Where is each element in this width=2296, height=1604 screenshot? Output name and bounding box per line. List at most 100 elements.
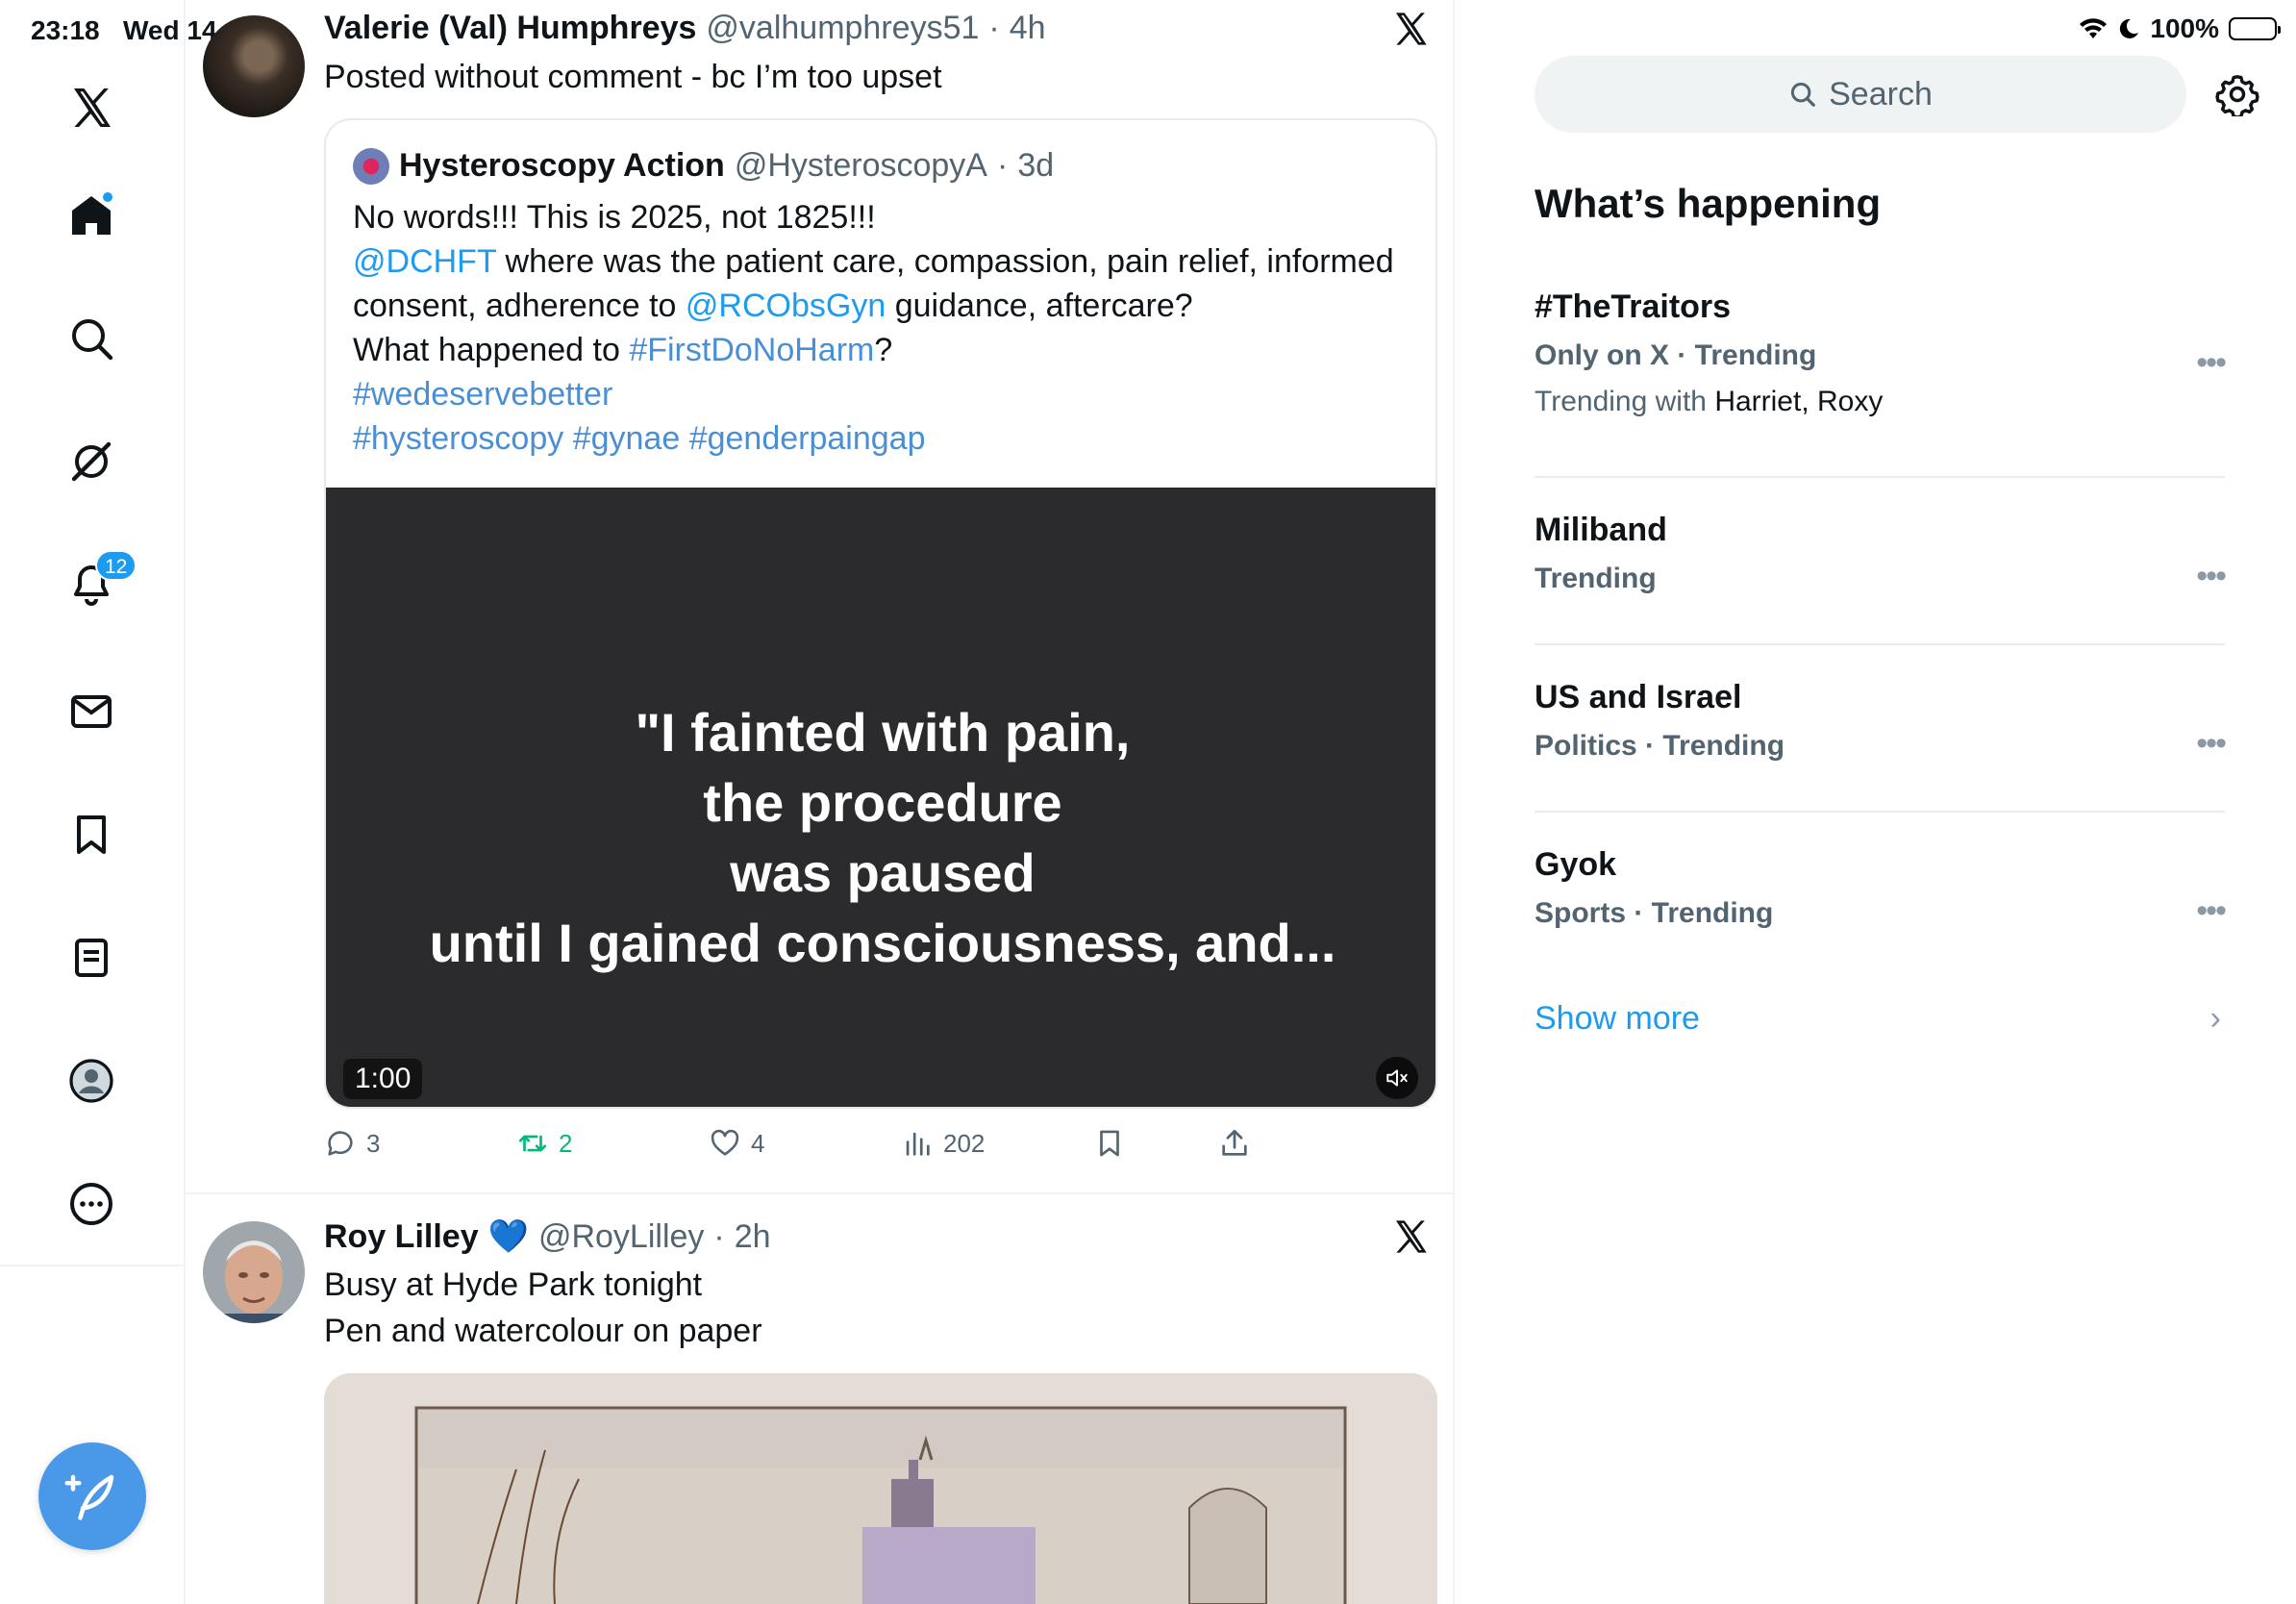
author-handle[interactable]: @RoyLilley bbox=[538, 1218, 704, 1256]
quote-line: consent, adherence to @RCObsGyn guidance… bbox=[353, 288, 1193, 324]
hashtag-link[interactable]: #hysteroscopy bbox=[353, 420, 563, 457]
trend-item[interactable]: Miliband Trending ••• bbox=[1535, 512, 2227, 595]
speaker-muted-icon bbox=[1386, 1069, 1408, 1087]
trend-more-icon[interactable]: ••• bbox=[2196, 344, 2227, 382]
bookmark-icon bbox=[77, 815, 106, 854]
video-caption: "I fainted with pain, the procedure was … bbox=[429, 702, 1336, 973]
grok-x-icon[interactable] bbox=[1391, 10, 1430, 48]
author-avatar-photo bbox=[203, 1221, 305, 1323]
trend-divider bbox=[1535, 476, 2225, 478]
show-more-label: Show more bbox=[1535, 1000, 1700, 1037]
chevron-right-icon: › bbox=[2209, 1000, 2221, 1037]
trend-more-icon[interactable]: ••• bbox=[2196, 725, 2227, 763]
quote-author-handle[interactable]: @HysteroscopyA bbox=[735, 147, 987, 185]
search-placeholder: Search bbox=[1829, 75, 1933, 113]
post[interactable]: Roy Lilley 💙 @RoyLilley · 2h Busy at Hyd… bbox=[186, 1194, 1453, 1604]
views-button[interactable]: 202 bbox=[901, 1127, 985, 1160]
quote-text: No words!!! This is 2025, not 1825!!! @D… bbox=[353, 195, 1420, 461]
profile-avatar-icon bbox=[69, 1059, 113, 1103]
quote-line: #wedeservebetter bbox=[353, 372, 1420, 416]
grok-x-icon[interactable] bbox=[1391, 1217, 1430, 1256]
trend-item[interactable]: US and Israel Politics · Trending ••• bbox=[1535, 679, 2227, 763]
nav-notifications[interactable]: 12 bbox=[64, 550, 137, 612]
nav-messages[interactable] bbox=[64, 685, 118, 739]
envelope-icon bbox=[71, 695, 112, 728]
post-time[interactable]: 2h bbox=[735, 1218, 771, 1256]
repost-count: 2 bbox=[559, 1128, 573, 1158]
list-icon bbox=[75, 939, 108, 977]
post-image[interactable] bbox=[324, 1373, 1437, 1604]
post-actions: 3 2 4 202 bbox=[324, 1127, 1437, 1169]
post-header: Valerie (Val) Humphreys @valhumphreys51 … bbox=[324, 10, 1046, 47]
repost-button[interactable]: 2 bbox=[516, 1127, 572, 1160]
author-name[interactable]: Roy Lilley bbox=[324, 1218, 479, 1256]
nav-search[interactable] bbox=[64, 312, 118, 365]
trend-item[interactable]: #TheTraitors Only on X · Trending Trendi… bbox=[1535, 288, 2227, 418]
mention-link[interactable]: @DCHFT bbox=[353, 243, 496, 280]
trend-meta: Politics · Trending bbox=[1535, 730, 1785, 762]
timeline-feed[interactable]: Valerie (Val) Humphreys @valhumphreys51 … bbox=[186, 0, 1455, 1604]
compose-feather-icon bbox=[64, 1474, 114, 1520]
quote-author-avatar[interactable] bbox=[353, 147, 389, 185]
nav-profile[interactable] bbox=[64, 1054, 118, 1108]
right-sidebar: Search What’s happening #TheTraitors Onl… bbox=[1455, 0, 2296, 1604]
share-button[interactable] bbox=[1218, 1127, 1251, 1160]
verified-heart-emoji: 💙 bbox=[487, 1218, 529, 1255]
post-header: Roy Lilley 💙 @RoyLilley · 2h bbox=[324, 1218, 771, 1256]
quoted-post[interactable]: Hysteroscopy Action @HysteroscopyA · 3d … bbox=[324, 118, 1437, 1109]
nav-home[interactable] bbox=[64, 188, 118, 242]
more-circle-icon bbox=[70, 1183, 112, 1225]
reply-button[interactable]: 3 bbox=[324, 1127, 380, 1160]
trend-meta: Trending bbox=[1535, 563, 1657, 594]
reply-icon bbox=[328, 1131, 353, 1156]
quote-line: What happened to #FirstDoNoHarm? bbox=[353, 332, 893, 368]
hashtag-link[interactable]: #genderpaingap bbox=[689, 420, 926, 457]
bookmark-button[interactable] bbox=[1093, 1127, 1126, 1160]
share-icon bbox=[1222, 1129, 1247, 1156]
hashtag-link[interactable]: #gynae bbox=[573, 420, 681, 457]
author-name[interactable]: Valerie (Val) Humphreys bbox=[324, 10, 696, 47]
quote-header: Hysteroscopy Action @HysteroscopyA · 3d bbox=[353, 147, 1054, 185]
trend-divider bbox=[1535, 811, 2225, 813]
views-chart-icon bbox=[906, 1132, 930, 1156]
x-logo-icon[interactable] bbox=[64, 81, 118, 135]
video-player[interactable]: "I fainted with pain, the procedure was … bbox=[326, 488, 1435, 1107]
compose-post-button[interactable] bbox=[38, 1442, 146, 1550]
post[interactable]: Valerie (Val) Humphreys @valhumphreys51 … bbox=[186, 0, 1453, 1194]
post-text: Posted without comment - bc I’m too upse… bbox=[324, 59, 942, 95]
quote-time[interactable]: 3d bbox=[1017, 147, 1054, 185]
mute-button[interactable] bbox=[1376, 1057, 1418, 1099]
trend-more-icon[interactable]: ••• bbox=[2196, 892, 2227, 930]
quote-line: #hysteroscopy #gynae #genderpaingap bbox=[353, 416, 1420, 461]
like-button[interactable]: 4 bbox=[709, 1127, 764, 1160]
mention-link[interactable]: @RCObsGyn bbox=[686, 288, 886, 324]
search-icon bbox=[72, 319, 113, 361]
reply-count: 3 bbox=[366, 1128, 381, 1158]
post-text: Busy at Hyde Park tonight bbox=[324, 1266, 703, 1303]
like-count: 4 bbox=[751, 1128, 765, 1158]
nav-more[interactable] bbox=[64, 1177, 118, 1231]
sidebar-divider bbox=[0, 1265, 186, 1266]
heart-icon bbox=[711, 1129, 739, 1156]
quote-author-name[interactable]: Hysteroscopy Action bbox=[399, 147, 725, 185]
post-time[interactable]: 4h bbox=[1010, 10, 1046, 47]
nav-grok[interactable] bbox=[64, 435, 118, 489]
search-input[interactable]: Search bbox=[1535, 56, 2186, 133]
gear-icon[interactable] bbox=[2215, 72, 2259, 116]
hashtag-link[interactable]: #wedeservebetter bbox=[353, 376, 612, 413]
hashtag-link[interactable]: #FirstDoNoHarm bbox=[629, 332, 874, 368]
show-more-link[interactable]: Show more › bbox=[1535, 1000, 2225, 1038]
author-avatar[interactable] bbox=[203, 1221, 305, 1323]
watercolour-painting-image bbox=[324, 1373, 1437, 1604]
whats-happening-title: What’s happening bbox=[1535, 181, 1882, 226]
search-icon bbox=[1791, 82, 1815, 107]
home-unread-dot bbox=[101, 190, 114, 204]
trend-item[interactable]: Gyok Sports · Trending ••• bbox=[1535, 846, 2227, 930]
author-avatar[interactable] bbox=[203, 15, 305, 117]
trend-meta: Sports · Trending bbox=[1535, 897, 1774, 929]
nav-lists[interactable] bbox=[64, 931, 118, 985]
notifications-badge: 12 bbox=[95, 550, 137, 581]
author-handle[interactable]: @valhumphreys51 bbox=[706, 10, 979, 47]
trend-more-icon[interactable]: ••• bbox=[2196, 558, 2227, 595]
nav-bookmarks[interactable] bbox=[64, 808, 118, 862]
